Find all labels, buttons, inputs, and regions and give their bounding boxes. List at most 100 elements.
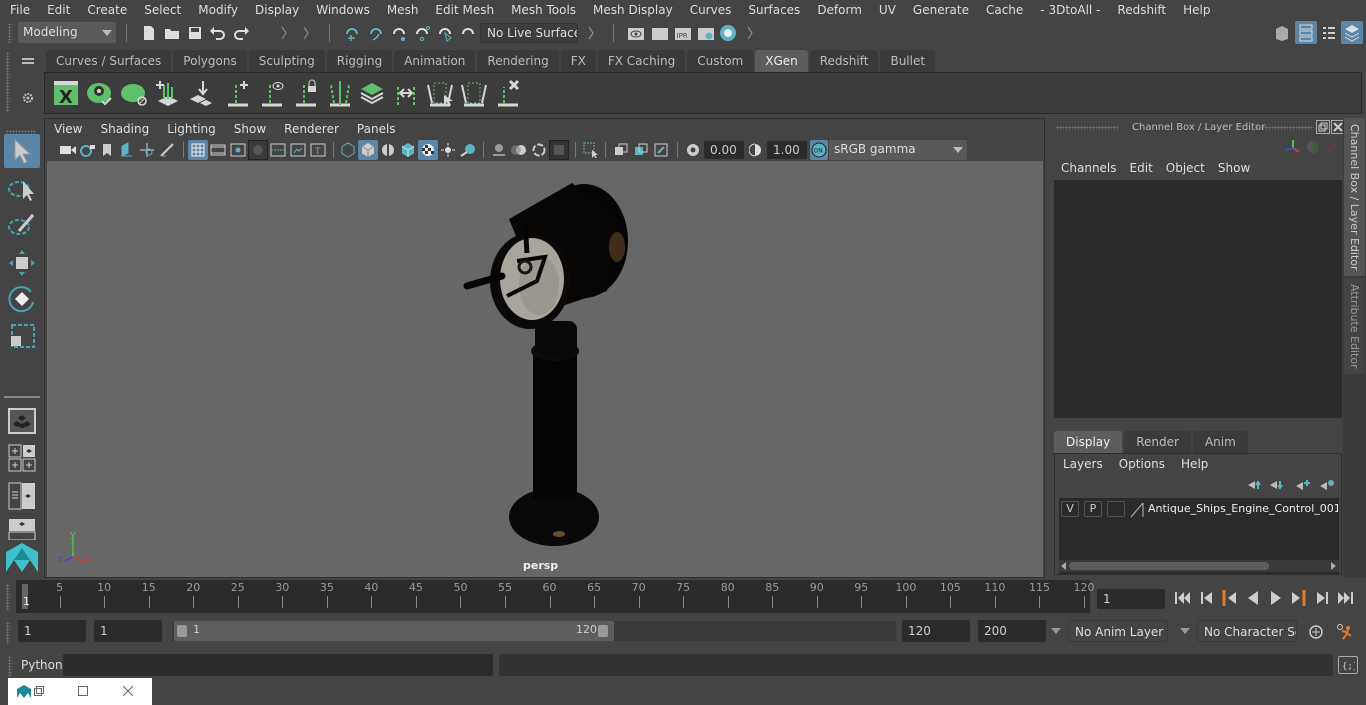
shelf-tab-polygons[interactable]: Polygons: [173, 50, 247, 72]
mode-selector-dropdown[interactable]: Modeling: [18, 22, 116, 43]
animation-end-field[interactable]: 200: [978, 620, 1046, 642]
animation-preferences-icon[interactable]: [1334, 622, 1356, 642]
character-set-dropdown[interactable]: No Character Set: [1197, 620, 1297, 642]
add-primitives-icon[interactable]: [153, 78, 183, 108]
range-slider[interactable]: 1 120: [174, 621, 614, 641]
bookmark-icon[interactable]: [99, 141, 115, 159]
command-input[interactable]: [63, 654, 493, 676]
guides-to-curves-icon[interactable]: [325, 78, 355, 108]
new-layer-from-selected-icon[interactable]: [1319, 478, 1335, 492]
shelf-tab-rendering[interactable]: Rendering: [477, 50, 559, 72]
menu-surfaces[interactable]: Surfaces: [738, 3, 807, 17]
rotate-tool-icon[interactable]: [4, 282, 40, 316]
image-plane-icon[interactable]: [118, 141, 136, 159]
attribute-editor-toggle-icon[interactable]: [1295, 21, 1317, 44]
two-d-pan-zoom-icon[interactable]: [138, 141, 156, 159]
snap-to-live-surface-icon[interactable]: [435, 23, 455, 43]
shelf-tab-xgen[interactable]: XGen: [755, 50, 808, 72]
menu-windows[interactable]: Windows: [306, 3, 377, 17]
menu-help[interactable]: Help: [1173, 3, 1217, 17]
drag-handle[interactable]: [6, 52, 10, 112]
select-guides-icon[interactable]: [425, 78, 455, 108]
wireframe-on-shaded-icon[interactable]: [398, 141, 418, 159]
isolate-select-icon[interactable]: [581, 141, 601, 159]
place-guides-icon[interactable]: [187, 78, 217, 108]
symmetry-magnet-icon[interactable]: [458, 23, 478, 43]
resolution-gate-icon[interactable]: [228, 141, 248, 159]
range-start-handle[interactable]: [177, 625, 187, 637]
drag-handle[interactable]: [8, 656, 12, 676]
go-to-start-icon[interactable]: [1173, 589, 1193, 607]
menu-file[interactable]: File: [0, 3, 37, 17]
layer-color-swatch[interactable]: [1129, 501, 1145, 519]
layer-visibility-toggle[interactable]: V: [1061, 501, 1079, 517]
menu-generate[interactable]: Generate: [903, 3, 976, 17]
collapse-arrow-icon[interactable]: [746, 24, 754, 42]
render-view-icon[interactable]: [626, 23, 646, 43]
hyperbolic-icon[interactable]: [1324, 138, 1340, 156]
use-all-lights-icon[interactable]: [438, 141, 458, 159]
manipulator-icon[interactable]: [1284, 138, 1302, 156]
close-window-icon[interactable]: [121, 684, 135, 698]
step-forward-key-icon[interactable]: [1289, 589, 1309, 607]
hypershade-icon[interactable]: [718, 23, 738, 43]
ipr-render-icon[interactable]: IPR: [673, 23, 693, 43]
layer-menu-layers[interactable]: Layers: [1055, 457, 1111, 471]
save-scene-icon[interactable]: [186, 24, 204, 42]
drag-handle[interactable]: [8, 23, 12, 43]
redo-icon[interactable]: [231, 24, 251, 42]
menu-select[interactable]: Select: [134, 3, 188, 17]
go-to-end-icon[interactable]: [1335, 589, 1355, 607]
menu-mesh-display[interactable]: Mesh Display: [583, 3, 680, 17]
layer-menu-options[interactable]: Options: [1111, 457, 1173, 471]
xgen-editor-icon[interactable]: X: [51, 78, 81, 108]
viewport-menu-lighting[interactable]: Lighting: [158, 122, 225, 136]
shelf-menu-icon[interactable]: [20, 56, 36, 66]
scroll-right-icon[interactable]: [1331, 562, 1336, 570]
snap-to-view-plane-icon[interactable]: [412, 23, 432, 43]
script-editor-icon[interactable]: {;}: [1338, 656, 1358, 674]
shelf-tab-custom[interactable]: Custom: [687, 50, 754, 72]
new-layer-icon[interactable]: [1295, 478, 1311, 492]
drag-handle[interactable]: [1256, 126, 1314, 130]
paint-select-tool-icon[interactable]: [4, 208, 40, 242]
menu-redshift[interactable]: Redshift: [1107, 3, 1173, 17]
maya-logo-icon[interactable]: [4, 540, 40, 576]
hide-preview-icon[interactable]: [119, 78, 149, 108]
scale-tool-icon[interactable]: [4, 318, 40, 352]
layer-menu-help[interactable]: Help: [1173, 457, 1216, 471]
view-transform-dropdown[interactable]: sRGB gamma: [829, 140, 967, 160]
menu-deform[interactable]: Deform: [807, 3, 869, 17]
camera-attributes-icon[interactable]: [79, 141, 97, 159]
menu-curves[interactable]: Curves: [680, 3, 739, 17]
tab-attribute-editor[interactable]: Attribute Editor: [1344, 278, 1365, 374]
drag-handle[interactable]: [6, 622, 10, 644]
move-layer-down-icon[interactable]: [1269, 478, 1285, 492]
live-surface-field[interactable]: No Live Surface: [480, 23, 578, 43]
gear-icon[interactable]: [20, 90, 36, 106]
new-scene-icon[interactable]: [141, 24, 157, 42]
gate-mask-icon[interactable]: [248, 140, 268, 160]
menu-uv[interactable]: UV: [869, 3, 903, 17]
modeling-toolkit-icon[interactable]: [1272, 23, 1292, 43]
time-ruler[interactable]: 1 5 10 15 20 25 30 35 40 45 50 55 60 65 70 75 80 85 90 95 1…: [16, 580, 1095, 613]
four-view-layout-icon[interactable]: [8, 444, 36, 472]
layer-display-type-toggle[interactable]: [1107, 501, 1125, 517]
shelf-tab-redshift[interactable]: Redshift: [809, 50, 879, 72]
snap-to-point-icon[interactable]: [389, 23, 409, 43]
shelf-tab-animation[interactable]: Animation: [394, 50, 476, 72]
field-chart-icon[interactable]: [268, 141, 288, 159]
scrollbar-thumb[interactable]: [1069, 562, 1269, 570]
tool-settings-toggle-icon[interactable]: [1319, 23, 1339, 43]
interactive-groom-icon[interactable]: [357, 78, 387, 108]
step-back-frame-icon[interactable]: [1197, 589, 1217, 607]
menu-modify[interactable]: Modify: [188, 3, 245, 17]
delete-guides-icon[interactable]: [493, 78, 523, 108]
viewport-menu-shading[interactable]: Shading: [91, 122, 158, 136]
collapse-arrow-icon[interactable]: [280, 24, 288, 42]
render-settings-icon[interactable]: [696, 23, 716, 43]
channel-box-menu-show[interactable]: Show: [1213, 161, 1258, 175]
chevron-down-icon[interactable]: [1051, 628, 1061, 634]
show-guides-icon[interactable]: [257, 78, 287, 108]
menu-3dtoall[interactable]: - 3DtoAll -: [1030, 3, 1107, 17]
